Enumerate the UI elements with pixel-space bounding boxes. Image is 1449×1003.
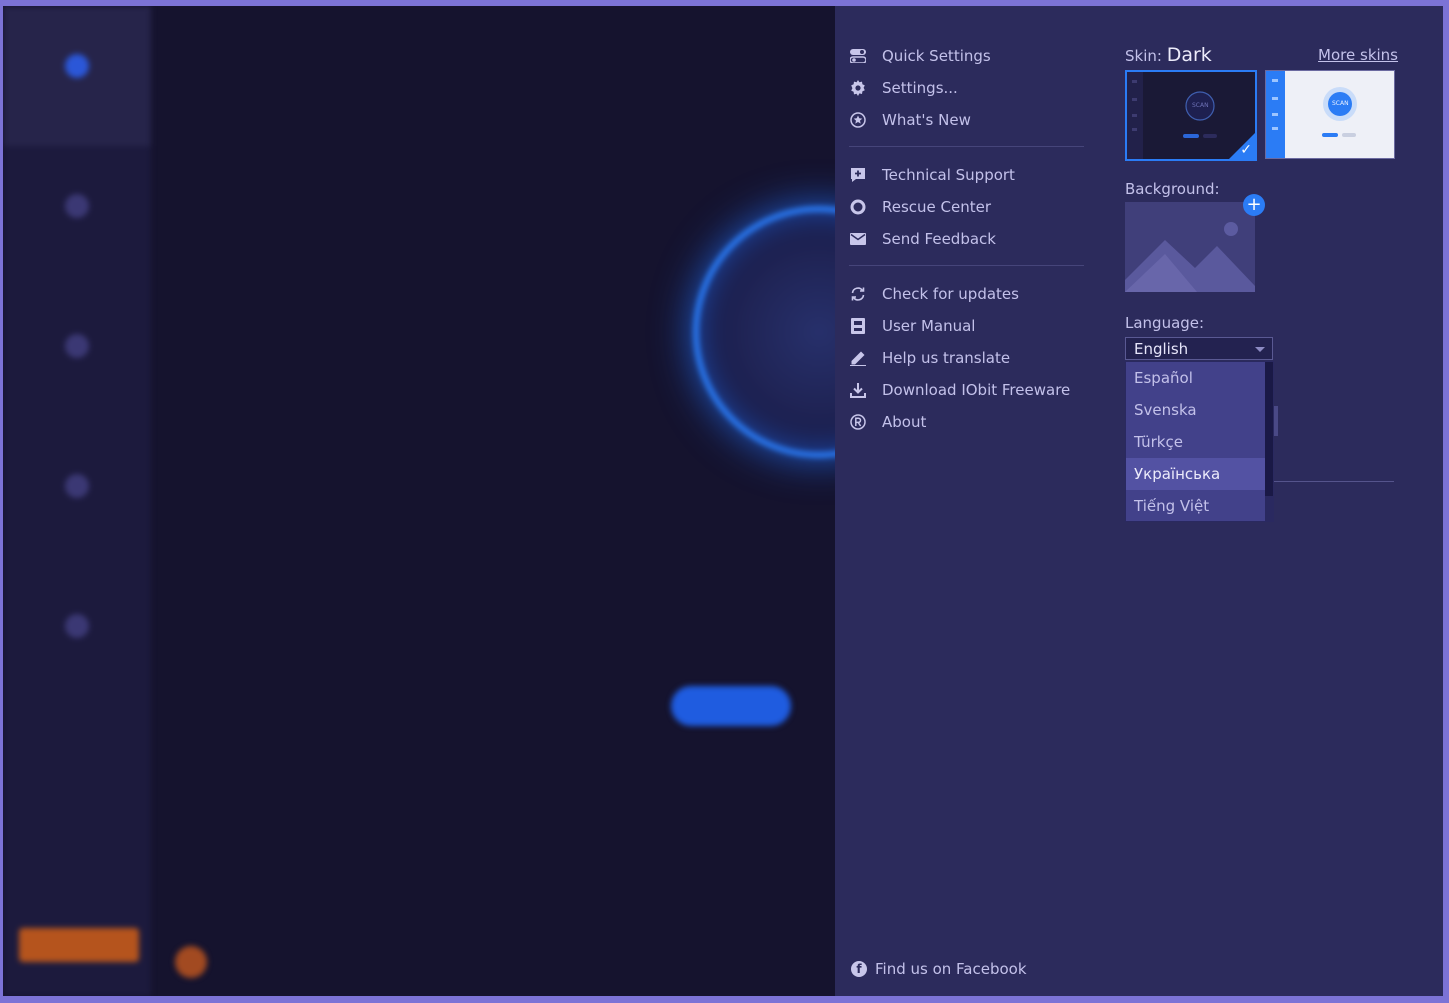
- pencil-icon: [849, 349, 867, 367]
- bg-nav-icon: [65, 334, 89, 358]
- menu-item-label: Settings...: [882, 79, 958, 97]
- menu-item-quick-settings[interactable]: Quick Settings: [849, 43, 991, 69]
- menu-item-about[interactable]: About: [849, 409, 926, 435]
- bg-nav-icon: [65, 614, 89, 638]
- facebook-label: Find us on Facebook: [875, 960, 1027, 978]
- menu-separator: [849, 265, 1084, 266]
- app-window: Quick Settings Settings... What's New Te…: [3, 6, 1443, 996]
- lifebuoy-icon: [849, 198, 867, 216]
- bg-nav-item: [3, 6, 151, 146]
- menu-item-label: Download IObit Freeware: [882, 381, 1071, 399]
- checkmark-icon: ✓: [1240, 142, 1252, 158]
- obscured-divider: [1274, 481, 1394, 482]
- menu-item-whats-new[interactable]: What's New: [849, 107, 971, 133]
- menu-item-label: Rescue Center: [882, 198, 992, 216]
- chevron-down-icon: [1255, 347, 1265, 352]
- plus-icon: +: [1246, 194, 1262, 215]
- language-option-highlighted[interactable]: Українська: [1126, 458, 1265, 490]
- obscured-control-edge: [1274, 406, 1278, 436]
- facebook-icon: f: [851, 961, 867, 977]
- skin-label-text: Skin:: [1125, 47, 1162, 65]
- bg-nav-icon: [65, 54, 89, 78]
- menu-item-label: User Manual: [882, 317, 976, 335]
- menu-item-label: Quick Settings: [882, 47, 991, 65]
- background-thumbnail[interactable]: [1125, 202, 1255, 292]
- menu-separator: [849, 146, 1084, 147]
- menu-item-send-feedback[interactable]: Send Feedback: [849, 226, 996, 252]
- bg-nav-item: [3, 146, 151, 286]
- dark-skin-scan-text: SCAN: [1192, 102, 1209, 109]
- light-skin-scan-text: SCAN: [1332, 100, 1349, 107]
- menu-item-label: Send Feedback: [882, 230, 996, 248]
- facebook-link[interactable]: f Find us on Facebook: [851, 960, 1027, 978]
- dropdown-scrollbar-thumb[interactable]: [1265, 362, 1273, 496]
- refresh-icon: [849, 285, 867, 303]
- light-skin-preview: [1266, 71, 1394, 158]
- language-option[interactable]: Svenska: [1126, 394, 1265, 426]
- bg-nav-icon: [65, 474, 89, 498]
- menu-item-user-manual[interactable]: User Manual: [849, 313, 975, 339]
- language-dropdown-list[interactable]: Español Svenska Türkçe Українська Tiếng …: [1125, 361, 1274, 522]
- menu-item-label: Check for updates: [882, 285, 1019, 303]
- menu-item-settings[interactable]: Settings...: [849, 75, 958, 101]
- menu-item-rescue-center[interactable]: Rescue Center: [849, 194, 991, 220]
- menu-item-label: Technical Support: [882, 166, 1015, 184]
- dropdown-scrollbar[interactable]: [1265, 362, 1273, 521]
- menu-item-label: Help us translate: [882, 349, 1011, 367]
- bg-nav-icon: [65, 194, 89, 218]
- language-select[interactable]: English: [1125, 337, 1273, 360]
- menu-item-label: What's New: [882, 111, 971, 129]
- support-icon: [849, 166, 867, 184]
- background-app-blurred: [3, 6, 945, 996]
- gear-icon: [849, 79, 867, 97]
- current-skin-name: Dark: [1166, 44, 1212, 66]
- bg-activate-button: [19, 928, 139, 962]
- menu-item-label: About: [882, 413, 927, 431]
- menu-item-help-translate[interactable]: Help us translate: [849, 345, 1010, 371]
- image-placeholder-icon: [1125, 202, 1255, 292]
- bg-nav-item: [3, 286, 151, 426]
- more-skins-link[interactable]: More skins: [1318, 46, 1398, 64]
- language-option[interactable]: Español: [1126, 362, 1265, 394]
- main-menu-panel: Quick Settings Settings... What's New Te…: [835, 6, 1443, 996]
- background-label: Background:: [1125, 180, 1220, 198]
- menu-item-technical-support[interactable]: Technical Support: [849, 162, 1015, 188]
- download-icon: [849, 381, 867, 399]
- skin-label: Skin: Dark: [1125, 44, 1212, 66]
- skin-thumb-dark[interactable]: SCAN ✓: [1125, 70, 1257, 161]
- language-option[interactable]: Türkçe: [1126, 426, 1265, 458]
- add-background-button[interactable]: +: [1243, 194, 1265, 216]
- menu-item-check-updates[interactable]: Check for updates: [849, 281, 1019, 307]
- bg-sidebar: [3, 6, 151, 996]
- menu-item-download-freeware[interactable]: Download IObit Freeware: [849, 377, 1070, 403]
- language-option[interactable]: Tiếng Việt: [1126, 490, 1265, 521]
- bg-nav-item: [3, 566, 151, 706]
- book-icon: [849, 317, 867, 335]
- bg-primary-button: [671, 686, 791, 726]
- language-selected-value: English: [1134, 340, 1189, 358]
- star-icon: [849, 111, 867, 129]
- registered-icon: [849, 413, 867, 431]
- language-label: Language:: [1125, 314, 1205, 332]
- bg-nav-item: [3, 426, 151, 566]
- skin-thumb-light[interactable]: SCAN: [1265, 70, 1395, 159]
- bg-promo-icon: [175, 946, 207, 978]
- toggle-icon: [849, 47, 867, 65]
- mail-icon: [849, 230, 867, 248]
